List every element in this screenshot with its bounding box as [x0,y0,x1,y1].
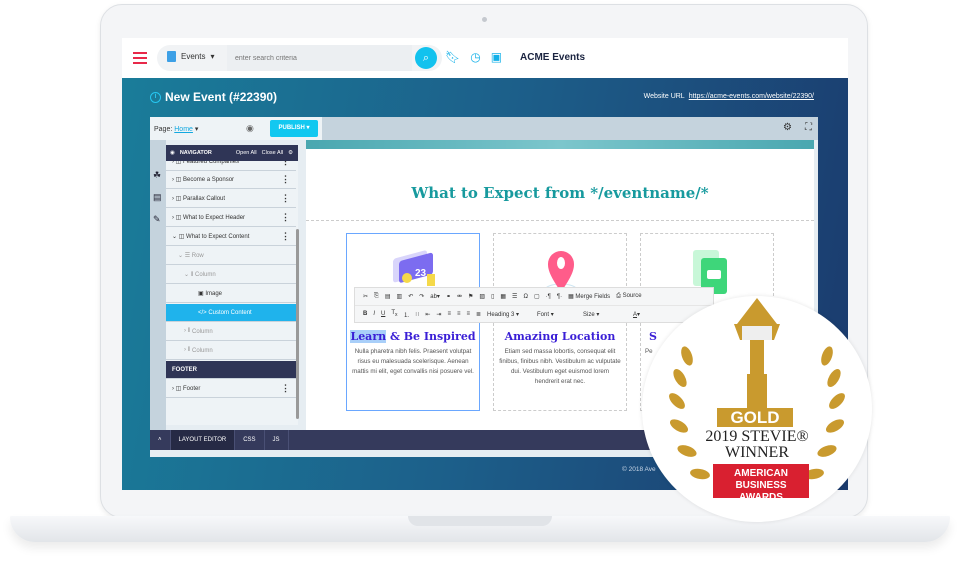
redo-icon[interactable]: ↷ [419,293,424,300]
nav-item[interactable]: › ◫ Footer ⋮ [166,380,296,398]
camera [482,17,487,22]
bullet-list-icon[interactable]: ∷ [416,311,420,318]
align-center-icon[interactable]: ≡ [457,311,461,317]
website-url-label: Website URL [643,93,685,100]
format-select[interactable]: Heading 3 ▾ [487,311,531,318]
components-icon[interactable]: ☘ [153,170,161,181]
anchor-flag-icon[interactable]: ⚑ [468,293,473,300]
tab-js[interactable]: JS [265,430,289,450]
brand-title: ACME Events [520,52,586,63]
cut-icon[interactable]: ✂ [363,293,368,300]
rtl-icon[interactable]: ¶· [557,294,562,300]
source-button[interactable]: ⎙ Source [616,293,641,300]
top-bar: Events ▾ ⌕ 🔖︎ ◷ ▣ ACME Events [122,38,848,78]
special-char-icon[interactable]: Ω [523,294,528,300]
numbered-list-icon[interactable]: ⒈ [404,310,410,319]
search-input[interactable] [227,45,412,71]
clear-format-icon[interactable]: Tx [391,310,397,318]
badge-gold: GOLD [717,408,793,427]
nav-item[interactable]: › ◫ Become a Sponsor ⋮ [166,171,296,189]
laptop-notch [408,516,552,526]
align-left-icon[interactable]: ≡ [447,311,451,317]
media-icon[interactable]: ▯ [491,293,494,300]
page-title: New Event (#22390) [165,90,278,104]
menu-icon[interactable] [133,52,147,64]
brush-icon[interactable]: ✎ [153,214,161,225]
nav-item[interactable]: ⌄ ⦀ Column [166,266,296,284]
module-label: Events [181,52,206,61]
settings-gear-icon[interactable]: ⚙ [783,122,792,133]
image-icon[interactable]: ▨ [479,293,485,300]
copy-icon[interactable]: ⎘ [374,293,379,300]
column-text: Etiam sed massa lobortis, consequat elit… [499,348,621,385]
calendar-icon [167,51,176,62]
justify-icon[interactable]: ≣ [476,311,481,318]
nav-item[interactable]: › ⦀ Column [166,342,296,360]
merge-fields-button[interactable]: ▦ Merge Fields [568,293,610,300]
text-color-icon[interactable]: A▾ [633,311,640,318]
font-select[interactable]: Font ▾ [537,311,577,318]
nav-item[interactable]: ⌄ ◫ What to Expect Content ⋮ [166,228,296,246]
hr-icon[interactable]: ☰ [512,293,517,300]
outdent-icon[interactable]: ⇤ [425,311,430,318]
page-label: Page: [154,126,173,133]
bold-icon[interactable]: B [363,311,367,317]
info-icon: i [150,91,161,103]
publish-button[interactable]: PUBLISH ▾ [270,120,318,137]
paste-icon[interactable]: ▤ [385,293,391,300]
bookmark-icon[interactable]: 🔖︎ [445,50,460,64]
paste-text-icon[interactable]: ▥ [397,293,403,300]
nav-item-selected[interactable]: </> Custom Content [166,304,296,322]
badge-text: 2019 STEVIE® WINNER [705,428,809,461]
column-title: S [649,330,657,343]
link-icon[interactable]: ⚭ [446,293,451,300]
page-select[interactable]: Home [174,126,193,133]
caret-down-icon: ▾ [210,52,215,61]
navigator-scrollbar[interactable] [296,229,299,419]
align-right-icon[interactable]: ≡ [466,311,470,317]
column-title: Amazing Location [504,330,616,343]
column-title: Learn & Be Inspired [350,330,476,343]
folder-icon[interactable]: ▣ [491,50,502,64]
nav-item[interactable]: › ◫ What to Expect Header ⋮ [166,209,296,227]
tab-layout-editor[interactable]: LAYOUT EDITOR [170,430,236,450]
website-url-link[interactable]: https://acme-events.com/website/22390/ [689,93,814,100]
module-select[interactable]: Events ▾ [167,51,214,62]
spellcheck-icon[interactable]: ab▾ [430,293,440,300]
nav-item[interactable]: ⌄ ☰ Row [166,247,296,265]
iframe-icon[interactable]: ▢ [534,293,540,300]
badge-awards: AMERICAN BUSINESS AWARDS [713,464,809,503]
size-select[interactable]: Size ▾ [583,311,627,318]
nav-item[interactable]: › ⦀ Column [166,323,296,341]
italic-icon[interactable]: I [373,311,375,317]
nav-item[interactable]: ▣ Image [166,285,296,303]
close-all-button[interactable]: Close All [262,150,283,156]
underline-icon[interactable]: U [381,311,385,317]
header-band [306,140,814,149]
column-text: Nulla pharetra nibh felis. Praesent volu… [352,348,474,375]
compass-icon: ◉ [170,150,175,156]
ltr-icon[interactable]: ·¶ [546,294,551,300]
navigator-header: ◉ NAVIGATOR Open All Close All ⚙ [166,145,298,161]
indent-icon[interactable]: ⇥ [436,311,441,318]
navigator-panel: › ◫ Featured Companies ⋮ › ◫ Become a Spo… [166,145,298,425]
clock-icon[interactable]: ◷ [470,50,480,64]
navigator-settings-icon[interactable]: ⚙ [288,150,293,156]
template-icon[interactable]: ▤ [153,192,162,203]
open-all-button[interactable]: Open All [236,150,257,156]
nav-section-footer: FOOTER [166,361,296,379]
preview-eye-icon[interactable]: ◉ [246,123,254,134]
table-icon[interactable]: ▦ [500,293,506,300]
undo-icon[interactable]: ↶ [408,293,413,300]
fullscreen-icon[interactable]: ⛶ [805,122,812,133]
nav-item[interactable]: › ◫ Parallax Callout ⋮ [166,190,296,208]
search-button[interactable]: ⌕ [415,47,437,69]
collapse-icon[interactable]: ˄ [150,430,171,450]
side-icon-strip: ☘ ▤ ✎ [150,140,166,430]
unlink-icon[interactable]: ⚮ [457,293,462,300]
search-bar: Events ▾ ⌕ [157,45,442,71]
tab-css[interactable]: CSS [235,430,265,450]
svg-text:23: 23 [415,268,427,279]
section-heading: What to Expect from */eventname/* [411,184,709,202]
